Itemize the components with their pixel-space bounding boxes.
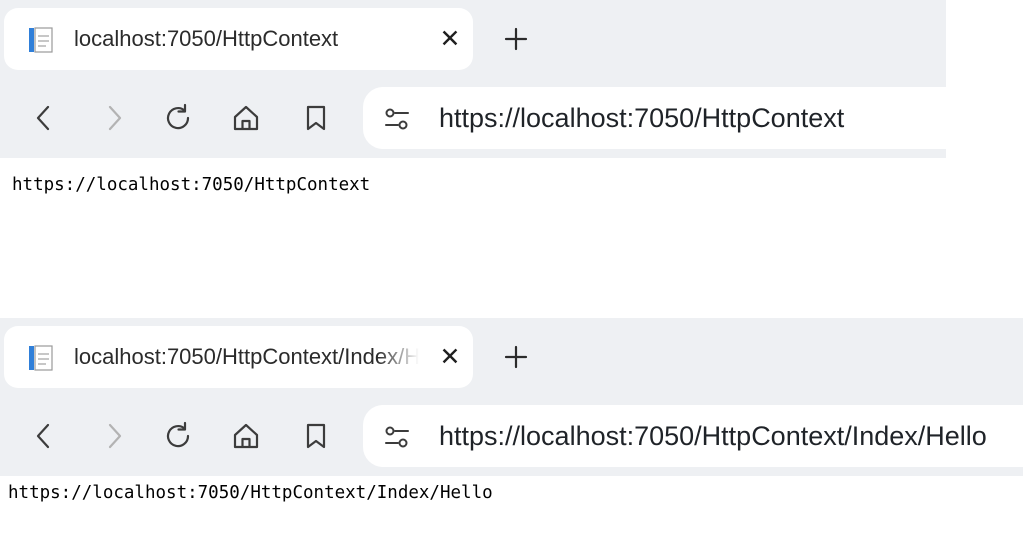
close-tab-icon[interactable]: ✕ <box>435 24 465 54</box>
back-icon[interactable] <box>28 420 60 452</box>
address-bar[interactable]: https://localhost:7050/HttpContext <box>363 87 946 149</box>
tab-active[interactable]: localhost:7050/HttpContext/Index/Hello ✕ <box>4 326 473 388</box>
reload-icon[interactable] <box>162 420 194 452</box>
tab-title: localhost:7050/HttpContext/Index/Hello <box>74 344 419 369</box>
browser-window-1: localhost:7050/HttpContext ✕ https://loc… <box>0 0 946 200</box>
browser-window-2: localhost:7050/HttpContext/Index/Hello ✕ <box>0 318 1023 548</box>
address-url[interactable]: https://localhost:7050/HttpContext <box>439 102 844 134</box>
new-tab-icon[interactable] <box>500 341 532 373</box>
site-settings-icon[interactable] <box>383 105 411 133</box>
address-url[interactable]: https://localhost:7050/HttpContext/Index… <box>439 420 987 452</box>
reload-icon[interactable] <box>162 102 194 134</box>
page-icon <box>29 345 53 371</box>
toolbar: https://localhost:7050/HttpContext/Index… <box>0 396 1023 476</box>
close-tab-icon[interactable]: ✕ <box>435 342 465 372</box>
toolbar: https://localhost:7050/HttpContext <box>0 78 946 158</box>
bookmark-icon[interactable] <box>300 420 332 452</box>
forward-icon[interactable] <box>98 102 130 134</box>
site-settings-icon[interactable] <box>383 423 411 451</box>
new-tab-icon[interactable] <box>500 23 532 55</box>
home-icon[interactable] <box>230 102 262 134</box>
tab-strip: localhost:7050/HttpContext/Index/Hello ✕ <box>0 318 1023 396</box>
page-body-text: https://localhost:7050/HttpContext <box>12 175 371 195</box>
tab-title: localhost:7050/HttpContext <box>74 26 339 51</box>
forward-icon[interactable] <box>98 420 130 452</box>
page-icon <box>29 27 53 53</box>
bookmark-icon[interactable] <box>300 102 332 134</box>
home-icon[interactable] <box>230 420 262 452</box>
address-bar[interactable]: https://localhost:7050/HttpContext/Index… <box>363 405 1023 467</box>
tab-active[interactable]: localhost:7050/HttpContext ✕ <box>4 8 473 70</box>
back-icon[interactable] <box>28 102 60 134</box>
tab-strip: localhost:7050/HttpContext ✕ <box>0 0 946 78</box>
page-body-text: https://localhost:7050/HttpContext/Index… <box>8 483 493 503</box>
